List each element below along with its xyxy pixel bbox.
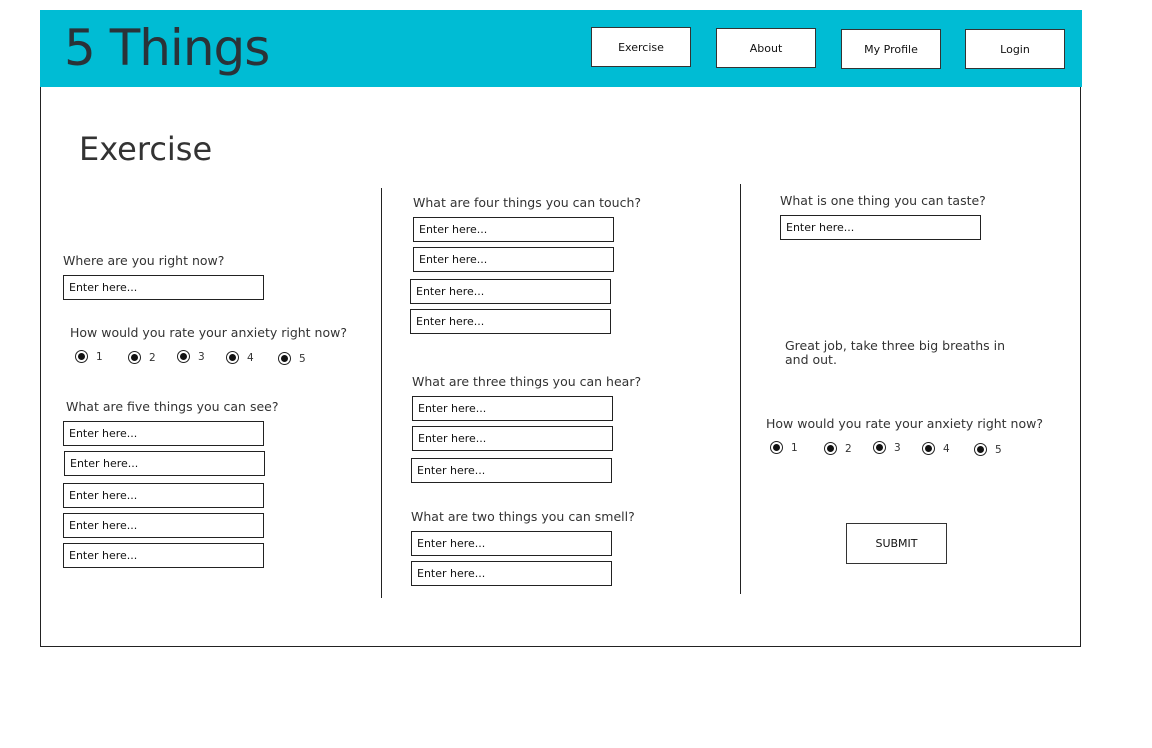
radio-label: 1 <box>96 350 103 363</box>
radio-label: 1 <box>791 441 798 454</box>
hear-input-1[interactable] <box>412 396 613 421</box>
radio-icon <box>226 351 239 364</box>
anxiety-after-radio-3[interactable]: 3 <box>873 441 901 454</box>
radio-icon <box>177 350 190 363</box>
nav-login-button[interactable]: Login <box>965 29 1065 69</box>
radio-icon <box>128 351 141 364</box>
see-input-5[interactable] <box>63 543 264 568</box>
hear-input-3[interactable] <box>411 458 612 483</box>
anxiety-radio-2[interactable]: 2 <box>128 351 156 364</box>
see-input-4[interactable] <box>63 513 264 538</box>
column-divider-left <box>381 188 382 598</box>
radio-label: 5 <box>995 443 1002 456</box>
radio-label: 3 <box>198 350 205 363</box>
radio-label: 5 <box>299 352 306 365</box>
see-input-3[interactable] <box>63 483 264 508</box>
anxiety-after-radio-2[interactable]: 2 <box>824 442 852 455</box>
anxiety-radio-4[interactable]: 4 <box>226 351 254 364</box>
touch-input-4[interactable] <box>410 309 611 334</box>
column-divider-right <box>740 184 741 594</box>
see-question: What are five things you can see? <box>66 399 279 414</box>
anxiety-question: How would you rate your anxiety right no… <box>70 325 347 340</box>
taste-input[interactable] <box>780 215 981 240</box>
radio-label: 2 <box>149 351 156 364</box>
anxiety-radio-5[interactable]: 5 <box>278 352 306 365</box>
radio-icon <box>75 350 88 363</box>
see-input-1[interactable] <box>63 421 264 446</box>
radio-label: 3 <box>894 441 901 454</box>
anxiety-radio-3[interactable]: 3 <box>177 350 205 363</box>
radio-icon <box>278 352 291 365</box>
smell-input-2[interactable] <box>411 561 612 586</box>
breathing-message: Great job, take three big breaths in and… <box>785 338 1006 367</box>
radio-label: 2 <box>845 442 852 455</box>
anxiety-after-question: How would you rate your anxiety right no… <box>766 416 1043 431</box>
page-title: Exercise <box>79 130 213 168</box>
hear-question: What are three things you can hear? <box>412 374 642 389</box>
nav-about-button[interactable]: About <box>716 28 816 68</box>
site-logo[interactable]: 5 Things <box>64 16 270 80</box>
touch-input-2[interactable] <box>413 247 614 272</box>
radio-icon <box>873 441 886 454</box>
location-input[interactable] <box>63 275 264 300</box>
radio-label: 4 <box>247 351 254 364</box>
submit-button[interactable]: SUBMIT <box>846 523 947 564</box>
anxiety-after-radio-1[interactable]: 1 <box>770 441 798 454</box>
smell-question: What are two things you can smell? <box>411 509 635 524</box>
touch-input-3[interactable] <box>410 279 611 304</box>
radio-icon <box>922 442 935 455</box>
anxiety-after-radio-4[interactable]: 4 <box>922 442 950 455</box>
radio-icon <box>770 441 783 454</box>
radio-icon <box>974 443 987 456</box>
radio-label: 4 <box>943 442 950 455</box>
touch-question: What are four things you can touch? <box>413 195 641 210</box>
smell-input-1[interactable] <box>411 531 612 556</box>
touch-input-1[interactable] <box>413 217 614 242</box>
anxiety-after-radio-5[interactable]: 5 <box>974 443 1002 456</box>
hear-input-2[interactable] <box>412 426 613 451</box>
see-input-2[interactable] <box>64 451 265 476</box>
location-question: Where are you right now? <box>63 253 225 268</box>
anxiety-radio-1[interactable]: 1 <box>75 350 103 363</box>
nav-profile-button[interactable]: My Profile <box>841 29 941 69</box>
radio-icon <box>824 442 837 455</box>
nav-exercise-button[interactable]: Exercise <box>591 27 691 67</box>
taste-question: What is one thing you can taste? <box>780 193 986 208</box>
